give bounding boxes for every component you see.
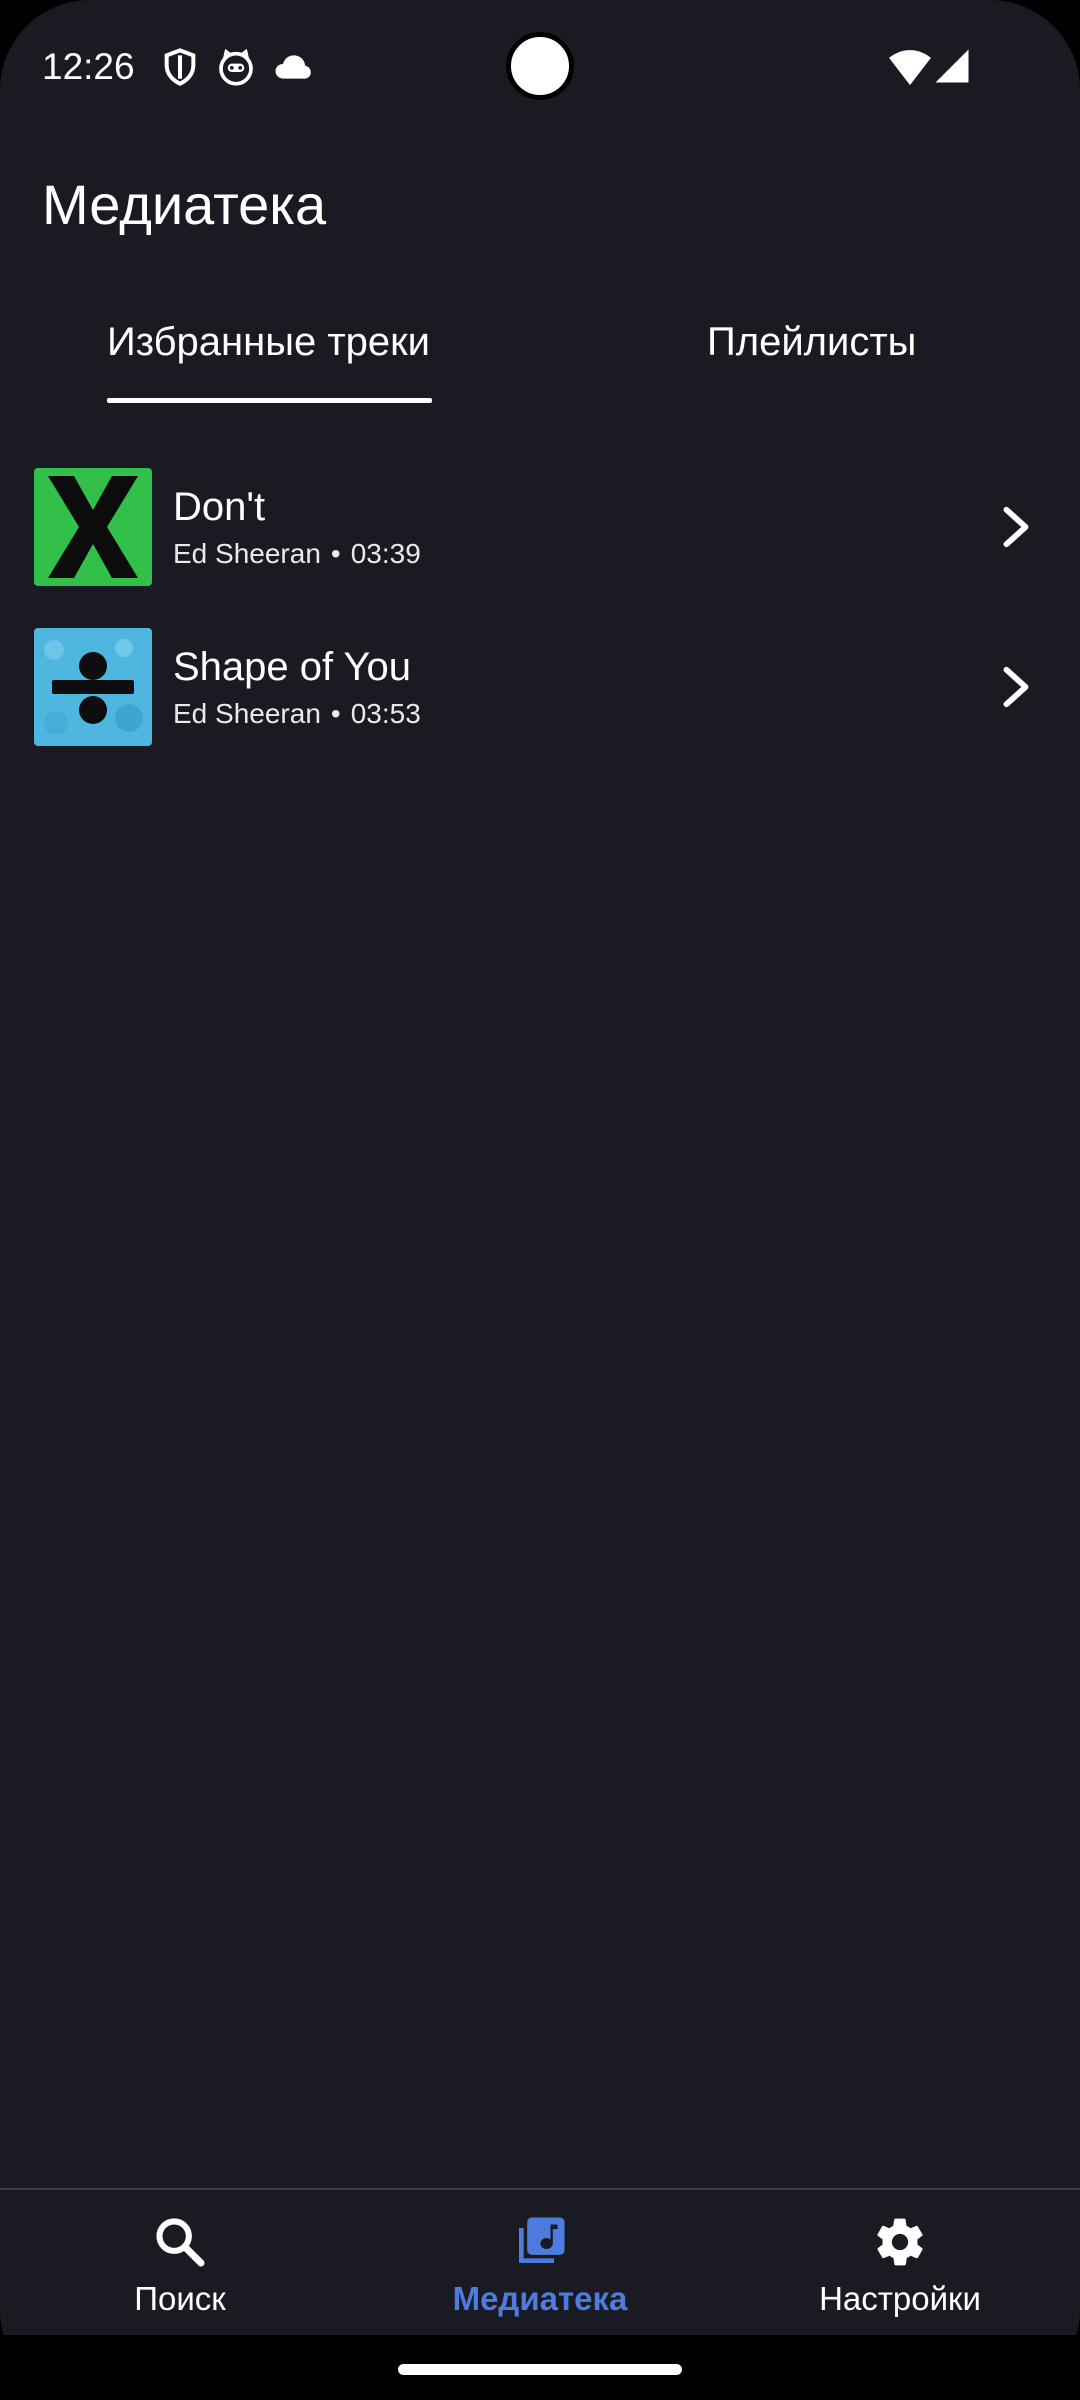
nav-label-library: Медиатека	[452, 2280, 628, 2317]
track-row[interactable]: Don't Ed Sheeran • 03:39	[0, 460, 1080, 620]
track-duration: 03:53	[350, 698, 421, 729]
library-music-icon	[519, 2217, 565, 2263]
cloud-icon	[275, 55, 311, 79]
status-time: 12:26	[42, 46, 135, 87]
track-title: Shape of You	[173, 645, 412, 689]
search-icon	[156, 2218, 205, 2267]
album-x-art	[34, 468, 152, 586]
meta-separator: •	[330, 538, 341, 569]
camera-cutout	[506, 32, 574, 100]
album-divide-art	[34, 628, 152, 746]
tab-bar: Избранные треки Плейлисты	[0, 300, 1080, 410]
chevron-right-icon[interactable]	[996, 664, 1036, 710]
cellular-signal-icon	[935, 49, 969, 83]
nav-label-settings: Настройки	[819, 2280, 981, 2317]
tab-selected-indicator	[107, 398, 432, 403]
nav-item-library[interactable]: Медиатека	[360, 2190, 720, 2337]
track-meta: Ed Sheeran • 03:53	[173, 696, 421, 732]
app-screen: 12:26 Медиатека Избранные треки Плейлист…	[0, 0, 1080, 2400]
meta-separator: •	[330, 698, 341, 729]
track-title: Don't	[173, 485, 266, 529]
nav-label-search: Поиск	[134, 2280, 226, 2317]
home-gesture-handle[interactable]	[398, 2364, 682, 2375]
track-meta: Ed Sheeran • 03:39	[173, 536, 421, 572]
status-bar: 12:26	[0, 0, 1080, 130]
track-artist: Ed Sheeran	[173, 698, 321, 729]
bottom-navigation: Поиск Медиатека Настройки	[0, 2188, 1080, 2335]
gear-icon	[877, 2218, 923, 2266]
nav-item-settings[interactable]: Настройки	[720, 2190, 1080, 2337]
tab-favorite-tracks[interactable]: Избранные треки	[107, 300, 432, 410]
track-duration: 03:39	[350, 538, 421, 569]
wifi-icon	[889, 50, 931, 86]
chevron-right-icon[interactable]	[996, 504, 1036, 550]
shield-icon	[164, 48, 196, 86]
cat-face-icon	[219, 48, 253, 86]
nav-item-search[interactable]: Поиск	[0, 2190, 360, 2337]
page-title: Медиатека	[42, 173, 327, 236]
track-row[interactable]: Shape of You Ed Sheeran • 03:53	[0, 620, 1080, 780]
tab-playlists[interactable]: Плейлисты	[707, 300, 917, 410]
track-artist: Ed Sheeran	[173, 538, 321, 569]
